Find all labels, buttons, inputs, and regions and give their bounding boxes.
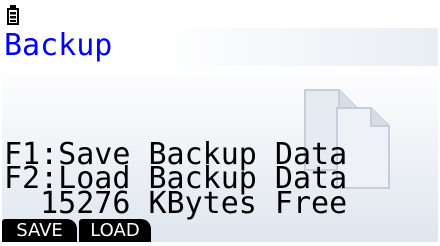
save-button[interactable]: SAVE [2,219,77,242]
calculator-screen: Backup F1:Save Backup Data F2:Load Backu… [2,2,438,242]
free-memory-text: 15276 KBytes Free [4,186,348,221]
battery-icon [7,5,19,25]
status-bar [2,2,438,28]
function-key-bar: SAVE LOAD [2,219,438,242]
load-button[interactable]: LOAD [79,219,151,242]
page-title: Backup [4,28,113,63]
